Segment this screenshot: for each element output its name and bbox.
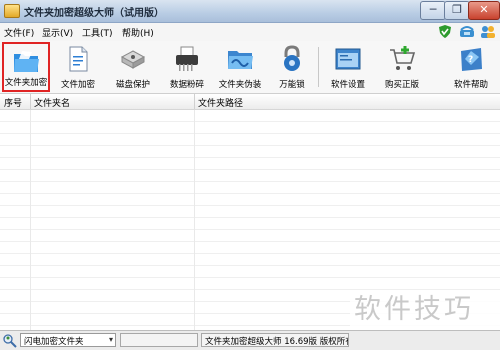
column-gridline (30, 110, 31, 330)
minimize-button[interactable]: ─ (420, 1, 446, 20)
close-button[interactable]: ✕ (468, 1, 500, 20)
restore-button[interactable]: ❐ (444, 1, 470, 20)
shield-check-icon[interactable] (438, 25, 452, 38)
menu-file[interactable]: 文件(F) (4, 26, 34, 39)
tool-folder-encrypt[interactable]: 文件夹加密 (2, 42, 50, 92)
tool-settings[interactable]: 软件设置 (324, 42, 372, 92)
tool-label: 万能锁 (279, 80, 305, 90)
title-bar: 文件夹加密超级大师（试用版） ─ ❐ ✕ (0, 0, 500, 23)
padlock-icon (284, 45, 300, 71)
column-header-folder-name[interactable]: 文件夹名 (34, 96, 70, 109)
column-divider[interactable] (194, 94, 195, 109)
status-bar: 闪电加密文件夹 ▾ 文件夹加密超级大师 16.69版 版权所有 (0, 330, 500, 350)
chevron-down-icon[interactable]: ▾ (109, 335, 113, 344)
watermark-text: 软件技巧 (350, 290, 500, 330)
column-header-index[interactable]: 序号 (4, 96, 22, 109)
folder-lock-icon (14, 51, 39, 72)
tool-label: 磁盘保护 (115, 80, 150, 90)
menu-view[interactable]: 显示(V) (42, 26, 73, 39)
toolbar: 文件夹加密 文件加密 磁盘保护 数据粉碎 文件夹伪装 万能锁 软件设置 购买正版… (0, 41, 500, 94)
version-info: 文件夹加密超级大师 16.69版 版权所有 (201, 333, 349, 347)
tool-folder-disguise[interactable]: 文件夹伪装 (214, 42, 266, 92)
tool-data-shred[interactable]: 数据粉碎 (162, 42, 212, 92)
menu-bar: 文件(F) 显示(V) 工具(T) 帮助(H) (0, 23, 500, 41)
column-gridline (194, 110, 195, 330)
tool-label: 文件加密 (60, 80, 95, 90)
encrypt-mode-value: 闪电加密文件夹 (24, 337, 84, 347)
document-lock-icon (69, 46, 88, 72)
menu-tools[interactable]: 工具(T) (82, 26, 113, 39)
tool-label: 数据粉碎 (169, 80, 204, 90)
tool-label: 文件夹伪装 (218, 80, 262, 90)
tool-disk-protect[interactable]: 磁盘保护 (108, 42, 158, 92)
shopping-cart-icon (390, 46, 416, 70)
app-folder-icon (4, 4, 20, 18)
encrypt-mode-select[interactable]: 闪电加密文件夹 ▾ (20, 333, 116, 347)
user-group-icon[interactable] (480, 25, 495, 38)
tool-file-encrypt[interactable]: 文件加密 (54, 42, 102, 92)
table-header: 序号 文件夹名 文件夹路径 (0, 94, 500, 110)
toolbar-separator (318, 47, 319, 87)
disk-protect-icon (120, 50, 146, 69)
version-text: 文件夹加密超级大师 16.69版 版权所有 (205, 337, 349, 347)
tool-help[interactable]: ? 软件帮助 (446, 42, 496, 92)
tool-label: 购买正版 (384, 80, 419, 90)
phone-icon[interactable] (459, 25, 475, 38)
svg-text:?: ? (468, 55, 473, 65)
window-title: 文件夹加密超级大师（试用版） (24, 8, 164, 19)
column-header-folder-path[interactable]: 文件夹路径 (198, 96, 243, 109)
column-divider[interactable] (30, 94, 31, 109)
folder-disguise-icon (228, 51, 253, 69)
tool-universal-lock[interactable]: 万能锁 (270, 42, 314, 92)
menu-help[interactable]: 帮助(H) (122, 26, 154, 39)
status-field (120, 333, 198, 347)
tool-label: 软件帮助 (453, 80, 488, 90)
tool-label: 软件设置 (330, 80, 365, 90)
tool-buy[interactable]: 购买正版 (378, 42, 426, 92)
shredder-icon (176, 46, 198, 71)
search-user-icon (3, 334, 17, 348)
help-icon: ? (461, 48, 482, 71)
tool-label: 文件夹加密 (4, 78, 48, 88)
settings-window-icon (335, 48, 361, 70)
